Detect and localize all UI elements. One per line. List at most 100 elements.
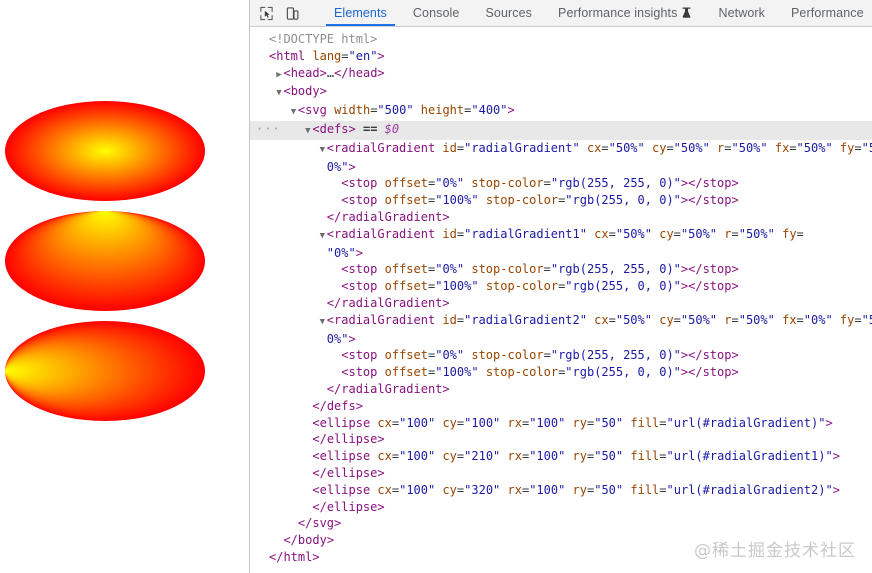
code-token: "100" [399, 415, 436, 430]
code-token: r [724, 226, 732, 241]
code-token: "100" [399, 482, 436, 497]
dom-node-row[interactable]: <stop offset="100%" stop-color="rgb(255,… [250, 278, 872, 295]
code-token: stop [348, 176, 378, 191]
code-token: body [297, 533, 327, 548]
code-token: = [854, 312, 862, 327]
dom-node-row[interactable]: <stop offset="100%" stop-color="rgb(255,… [250, 364, 872, 381]
chevron-down-icon[interactable] [318, 314, 327, 331]
code-token: id [442, 312, 457, 327]
dom-node-row[interactable]: <ellipse cx="100" cy="210" rx="100" ry="… [250, 448, 872, 465]
dom-node-row[interactable]: </svg> [250, 515, 872, 532]
code-token: "100" [464, 415, 501, 430]
code-token: ellipse [319, 415, 371, 430]
dom-node-row[interactable]: <stop offset="0%" stop-color="rgb(255, 2… [250, 261, 872, 278]
tab-performance-insights[interactable]: Performance insights [545, 0, 705, 26]
code-token: "50%" [796, 140, 833, 155]
code-token: "50%" [673, 140, 710, 155]
code-token: > [348, 159, 356, 174]
dom-node-row[interactable]: <stop offset="0%" stop-color="rgb(255, 2… [250, 175, 872, 192]
dom-node-row[interactable]: "0%"> [250, 245, 872, 262]
dom-node-row[interactable]: </defs> [250, 398, 872, 415]
tab-console[interactable]: Console [400, 0, 473, 26]
chevron-down-icon[interactable] [318, 228, 327, 245]
code-token: "rgb(255, 0, 0)" [565, 193, 681, 208]
code-token: stop [348, 193, 378, 208]
code-token: cy [651, 140, 667, 155]
chevron-down-icon[interactable] [303, 123, 312, 140]
dom-node-row[interactable]: <html lang="en"> [250, 48, 872, 65]
code-token: "50" [594, 449, 624, 464]
dom-node-row[interactable]: </radialGradient> [250, 209, 872, 226]
dom-node-row[interactable]: <stop offset="100%" stop-color="rgb(255,… [250, 192, 872, 209]
code-token: svg [312, 516, 335, 531]
code-token: </ [688, 193, 703, 208]
flask-icon [681, 7, 692, 19]
dom-node-row[interactable]: </ellipse> [250, 431, 872, 448]
inspect-cursor-icon[interactable] [256, 3, 276, 23]
dom-node-row[interactable]: </ellipse> [250, 499, 872, 516]
code-token: cx [594, 312, 609, 327]
tab-elements[interactable]: Elements [321, 0, 400, 26]
dom-node-row[interactable]: <ellipse cx="100" cy="100" rx="100" ry="… [250, 415, 872, 432]
code-token: offset [384, 262, 428, 277]
tab-network[interactable]: Network [705, 0, 778, 26]
code-token: > [832, 482, 840, 497]
dom-node-row[interactable]: <svg width="500" height="400"> [250, 102, 872, 121]
dom-node-row[interactable]: </radialGradient> [250, 295, 872, 312]
dom-node-row[interactable]: <head>…</head> [250, 65, 872, 84]
chevron-down-icon[interactable] [289, 104, 298, 121]
code-token: > [442, 295, 450, 310]
code-token: "400" [471, 103, 508, 118]
code-token: "320" [464, 482, 501, 497]
code-token: = [796, 312, 804, 327]
code-token: body [290, 84, 320, 99]
tab-label: Elements [334, 6, 387, 20]
code-token: 0%" [326, 331, 349, 346]
dom-node-row[interactable]: <body> [250, 83, 872, 102]
dom-node-row[interactable]: <radialGradient id="radialGradient2" cx=… [250, 312, 872, 331]
tab-sources[interactable]: Sources [472, 0, 545, 26]
device-toolbar-icon[interactable] [282, 3, 302, 23]
code-token: svg [305, 103, 327, 118]
code-token: == [362, 121, 378, 136]
dom-node-row[interactable]: </radialGradient> [250, 381, 872, 398]
code-token: < [312, 121, 320, 136]
code-token: "0%" [326, 245, 356, 260]
code-token: </ [312, 398, 327, 413]
dom-node-row[interactable]: <ellipse cx="100" cy="320" rx="100" ry="… [250, 482, 872, 499]
dom-node-row[interactable]: </ellipse> [250, 465, 872, 482]
dom-node-row[interactable]: <radialGradient id="radialGradient1" cx=… [250, 226, 872, 245]
code-token: cy [659, 312, 674, 327]
dom-node-row[interactable]: <stop offset="0%" stop-color="rgb(255, 2… [250, 347, 872, 364]
node-menu-icon[interactable]: ··· [256, 121, 281, 138]
code-token: "100" [529, 482, 566, 497]
dom-node-row-selected[interactable]: ··· <defs> == $0 [250, 120, 872, 140]
code-token: html [283, 549, 313, 564]
code-token: "100%" [435, 365, 479, 380]
dom-node-row[interactable]: 0%"> [250, 159, 872, 176]
code-token: cy [659, 226, 674, 241]
chevron-down-icon[interactable] [318, 142, 327, 159]
dom-node-row[interactable]: <radialGradient id="radialGradient" cx="… [250, 140, 872, 159]
dom-tree[interactable]: <!DOCTYPE html><html lang="en"> <head>…<… [250, 27, 872, 573]
dom-node-row[interactable]: 0%"> [250, 331, 872, 348]
code-token: > [507, 103, 515, 118]
tab-performance[interactable]: Performance [778, 0, 872, 26]
code-token: radialGradient [341, 381, 443, 396]
code-token: > [377, 65, 385, 80]
code-token: </ [688, 279, 703, 294]
code-token: "radialGradient" [464, 140, 580, 155]
code-token: cx [586, 140, 602, 155]
code-token: "5 [861, 140, 872, 155]
dom-node-row[interactable]: <!DOCTYPE html> [250, 31, 872, 48]
